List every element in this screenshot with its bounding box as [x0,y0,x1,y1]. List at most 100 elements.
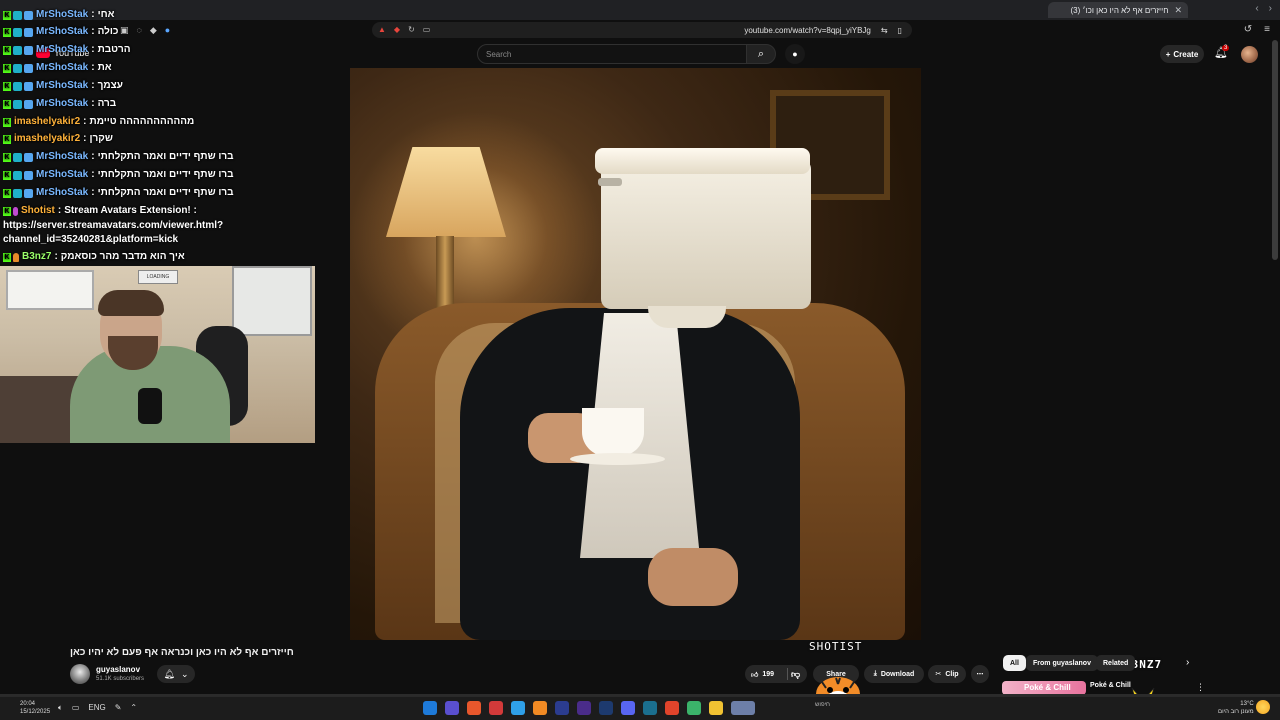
filter-chip-all[interactable]: All [1003,655,1026,671]
chat-line: K MrShoStak : אחי [3,9,115,20]
recommended-video-title[interactable]: Poké & Chill [1090,682,1131,689]
taskbar-apps [423,701,755,715]
taskbar-search[interactable]: חיפוש [770,702,830,714]
url-bar[interactable]: ▲ ◆ ↻ ▭ youtube.com/watch?v=8qpj_yiYBJg … [372,22,912,38]
streamer-webcam: LOADING [0,266,315,443]
chat-line: K MrShoStak : הרטבת [3,44,131,55]
plus-icon: + [1165,49,1171,59]
close-tab-icon[interactable]: ✕ [1174,5,1182,16]
tv-screen: LOADING [138,270,178,284]
account-avatar[interactable] [1241,46,1258,63]
subscribed-notifications-button[interactable]: 🔔︎ ⌄ [157,665,195,683]
chevron-right-icon[interactable]: › [1186,657,1189,668]
app-icon[interactable] [489,701,503,715]
app-icon[interactable] [423,701,437,715]
menu-icon[interactable]: ≡ [1264,24,1270,35]
chat-badges: K [3,27,33,37]
app-icon[interactable] [709,701,723,715]
channel-avatar[interactable] [70,664,90,684]
chat-message: מהההההההההה טיימת [89,116,195,127]
app-icon[interactable] [643,701,657,715]
clip-button[interactable]: ✂ Clip [928,665,966,683]
clock-date: 15/12/2025 [20,709,51,715]
chat-line: K imashelyakir2 : שקרן [3,133,113,144]
chat-message-wrap[interactable]: https://server.streamavatars.com/viewer.… [3,219,223,233]
video-player[interactable] [350,68,921,640]
chevron-right-icon[interactable]: › [1269,3,1272,14]
screenshot-icon[interactable]: ▣ [120,25,129,36]
brave-rewards-icon[interactable]: ◆ [394,25,400,34]
history-icon[interactable]: ↺ [1244,24,1252,35]
app-icon[interactable] [533,701,547,715]
chat-username: Shotist [21,205,55,216]
filter-chip-from-channel[interactable]: From guyaslanov [1026,655,1098,671]
search-button[interactable]: ⌕ [746,44,776,64]
channel-subscribers: 51.1K subscribers [96,676,145,682]
brave-shield-icon[interactable]: ▲ [378,25,386,34]
bookmark-icon[interactable]: ▯ [898,26,902,35]
tab-title: (3) חייזרים אף לא היו כאן וכו׳ [1070,5,1169,15]
bell-icon: 🔔︎ [163,668,175,679]
chat-message: איך הוא מדבר מהר כוסאמק [60,251,185,262]
chat-username: MrShoStak [36,151,89,162]
recommended-video-thumbnail[interactable]: Poké & Chill [1002,681,1086,695]
app-icon[interactable] [511,701,525,715]
app-icon[interactable] [555,701,569,715]
room-window-right [232,266,312,336]
app-icon[interactable] [467,701,481,715]
chevron-up-icon[interactable]: ⌃ [130,703,137,713]
chat-message: שקרן [89,133,113,144]
create-button[interactable]: + Create [1160,45,1204,63]
chat-message: ברה [97,98,117,109]
extension-icon[interactable]: ● [165,25,170,36]
chat-message: Stream Avatars Extension! : [64,205,197,216]
language-indicator[interactable]: ENG [88,703,105,713]
wallet-icon[interactable]: ◆ [150,25,157,36]
network-icon[interactable]: ▭ [72,703,80,713]
pen-icon[interactable]: ✎ [115,703,122,713]
filter-chip-related[interactable]: Related [1096,655,1136,671]
chat-username: MrShoStak [36,26,89,37]
chevron-left-icon[interactable]: ‹ [1255,3,1258,14]
chat-badges: K [3,252,19,262]
voice-search-button[interactable]: ● [785,44,805,64]
like-button[interactable]: 👍︎ 199 👎︎ [745,665,807,683]
room-window [6,270,94,310]
app-icon[interactable] [621,701,635,715]
app-icon[interactable] [687,701,701,715]
more-vertical-icon[interactable]: ⋮ [1196,682,1205,693]
download-button[interactable]: ⤓ Download [864,665,924,683]
chat-badges: K [3,134,11,144]
chat-icon[interactable]: ◌ [137,25,142,36]
search-input[interactable]: Search [477,44,747,64]
app-icon[interactable] [665,701,679,715]
app-icon[interactable] [445,701,459,715]
app-icon[interactable] [577,701,591,715]
taskbar-clock[interactable]: 20:04 15/12/2025 [20,700,50,716]
chat-line: K MrShoStak : ברו שתף ידיים ואמר התקלחתי [3,187,234,198]
share-page-icon[interactable]: ⇆ [881,26,888,35]
chat-line: K MrShoStak : ברו שתף ידיים ואמר התקלחתי [3,151,234,162]
chat-username: MrShoStak [36,80,89,91]
search-icon: ⌕ [757,47,765,60]
app-icon[interactable] [599,701,613,715]
chat-message-wrap[interactable]: channel_id=35240281&platform=kick [3,233,178,247]
download-label: Download [880,670,915,678]
page-scrollbar[interactable] [1272,40,1278,260]
more-actions-button[interactable]: ⋯ [971,665,989,683]
streamer-hair [98,290,164,316]
app-icon[interactable] [731,701,755,715]
sidebar-icon[interactable]: ▭ [423,25,431,34]
chat-badges: K [3,117,11,127]
chat-username: MrShoStak [36,62,89,73]
volume-icon[interactable]: 🔈︎ [58,703,63,713]
channel-name[interactable]: guyaslanov [96,665,140,674]
taskbar-weather[interactable]: 13°C מעונן רוב היום [1218,700,1254,716]
thumbs-down-icon[interactable]: 👎︎ [791,669,800,680]
reload-icon[interactable]: ↻ [408,25,415,34]
chat-badges: K [3,10,33,20]
browser-tab-active[interactable]: (3) חייזרים אף לא היו כאן וכו׳ ✕ [1048,2,1188,18]
browser-left-icons: ▣ ◌ ◆ ● [120,25,170,36]
chat-badges: K [3,152,33,162]
clip-label: Clip [945,670,959,678]
